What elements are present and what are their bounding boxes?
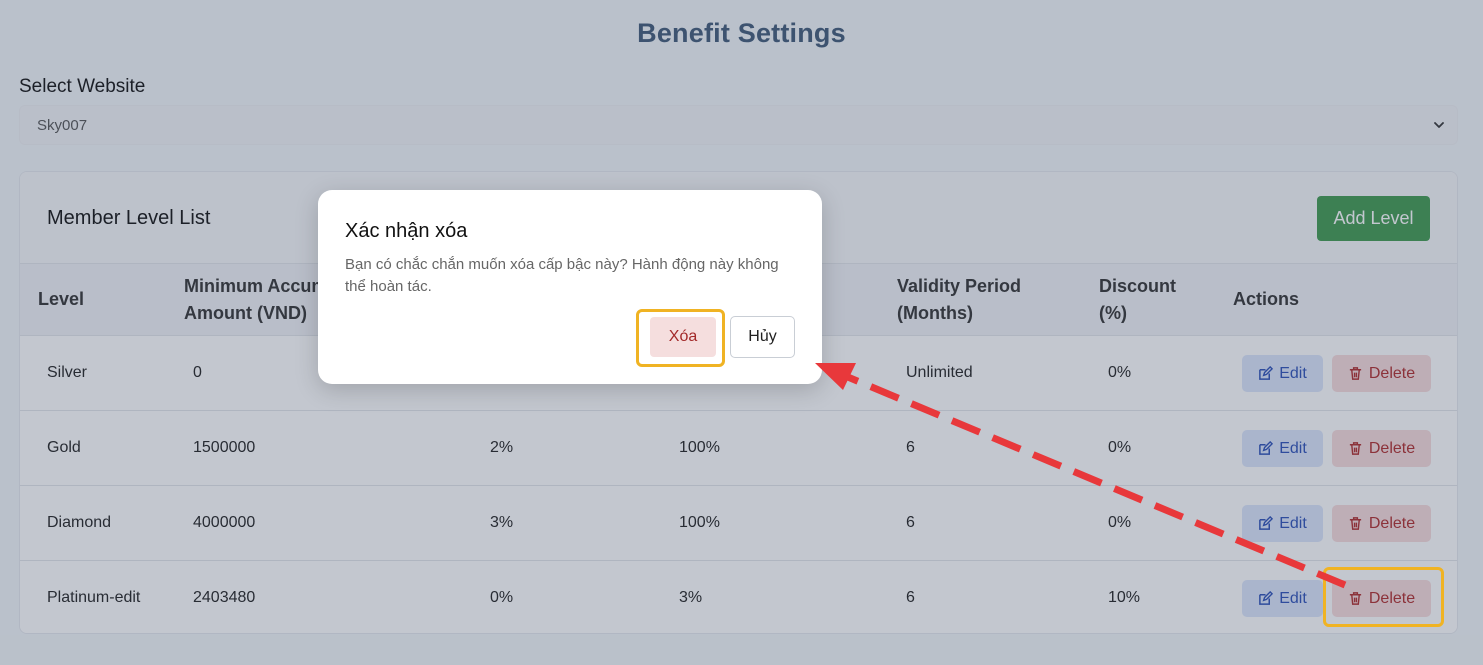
modal-title: Xác nhận xóa: [345, 220, 468, 242]
confirm-delete-button[interactable]: Xóa: [650, 317, 716, 357]
confirm-delete-modal: Xác nhận xóa Bạn có chắc chắn muốn xóa c…: [318, 190, 822, 384]
cancel-button[interactable]: Hủy: [730, 316, 795, 358]
modal-message: Bạn có chắc chắn muốn xóa cấp bậc này? H…: [345, 256, 779, 295]
